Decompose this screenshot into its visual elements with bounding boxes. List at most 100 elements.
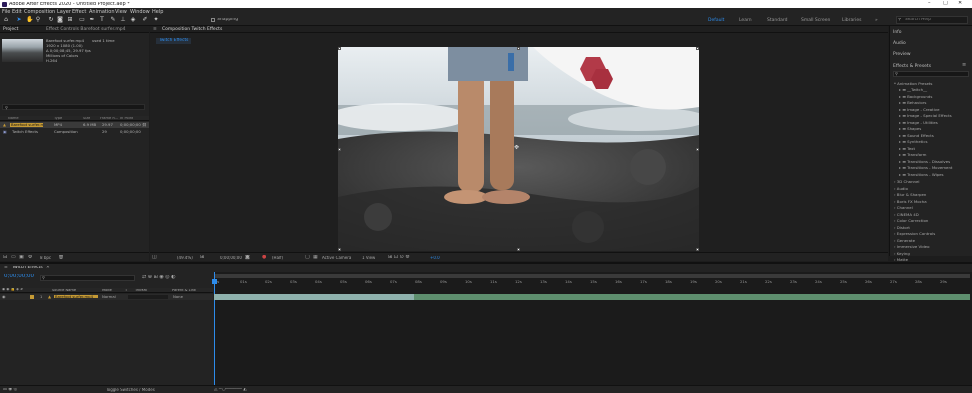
preset-folder-item[interactable]: ▸ ▬ Image - Special Effects [899, 113, 952, 118]
zoom-slider[interactable]: ◬ ─○────── ◭ [214, 388, 247, 393]
effect-category-item[interactable]: › Expression Controls [894, 231, 935, 236]
more-workspaces-icon[interactable]: » [875, 18, 878, 23]
animation-presets-folder[interactable]: * Animation Presets [894, 81, 932, 86]
timeline-switch-icons[interactable]: ⇄ ⊕ ⊞ ◉ ◎ ◐ [142, 275, 176, 280]
effect-category-item[interactable]: › Boris FX Mocha [894, 199, 927, 204]
workspace-libraries[interactable]: Libraries [842, 18, 861, 23]
transparency-grid-icon[interactable]: ▦ [313, 255, 318, 260]
cti-head[interactable] [212, 279, 217, 284]
viewer-menu-icon[interactable]: ≡ [153, 27, 157, 32]
effect-category-item[interactable]: › CINEMA 4D [894, 212, 919, 217]
preset-folder-item[interactable]: ▸ ▬ Shapes [899, 126, 921, 131]
camera-dropdown[interactable]: Active Camera [322, 256, 351, 260]
new-folder-icon[interactable]: ▭ [11, 255, 16, 260]
toggle-switches-modes[interactable]: Toggle Switches / Modes [106, 388, 155, 392]
preset-folder-item[interactable]: ▸ ▬ Backgrounds [899, 94, 932, 99]
preset-folder-item[interactable]: ▸ ▬ Synthetics [899, 139, 928, 144]
transform-handle[interactable] [696, 47, 699, 50]
zoom-dropdown[interactable]: (49.4%) [177, 256, 193, 260]
snapshot-icon[interactable]: ◙ [245, 255, 250, 260]
eraser-tool-icon[interactable]: ◈ [130, 17, 136, 23]
project-row-footage[interactable]: ▲ Barefoot surfer.mp4 MP4 6.9 MB 29.97 0… [0, 122, 149, 128]
column-size[interactable]: Size [83, 117, 90, 121]
preset-folder-item[interactable]: ▸ ▬ Behaviors [899, 100, 926, 105]
panel-menu-icon[interactable]: ≡ [962, 63, 966, 68]
visibility-icon[interactable]: ◉ [2, 295, 6, 299]
workspace-learn[interactable]: Learn [739, 18, 752, 23]
rectangle-tool-icon[interactable]: ▭ [79, 17, 85, 23]
roto-brush-tool-icon[interactable]: ✐ [142, 17, 148, 23]
transform-handle[interactable] [696, 148, 699, 151]
workspace-default[interactable]: Default [708, 18, 724, 23]
exposure-value[interactable]: +0.0 [430, 256, 440, 260]
column-in-point[interactable]: In Point [120, 117, 133, 121]
footer-icons[interactable]: ⊟ ◉ ◎ [3, 388, 17, 393]
preset-folder-item[interactable]: ▸ ▬ Text [899, 146, 915, 151]
transform-handle[interactable] [517, 248, 520, 251]
label-color-swatch[interactable] [30, 295, 34, 299]
preset-folder-item[interactable]: ▸ ▬ Transitions - Dissolves [899, 159, 950, 164]
info-panel-header[interactable]: Info [893, 30, 902, 35]
close-icon[interactable]: ✕ [958, 1, 962, 6]
preset-folder-item[interactable]: ▸ ▬ Transitions - Movement [899, 165, 952, 170]
effect-category-item[interactable]: › Generate [894, 238, 915, 243]
preset-folder-item[interactable]: ▸ ▬ Sound Effects [899, 133, 934, 138]
column-trkmat[interactable]: TrkMat [135, 289, 147, 293]
effect-category-item[interactable]: › Immersive Video [894, 244, 929, 249]
preset-folder-item[interactable]: ▸ ▬ Image - Utilities [899, 120, 938, 125]
hand-tool-icon[interactable]: ✋ [26, 17, 33, 23]
camera-tool-icon[interactable]: ◙ [57, 17, 63, 23]
timeline-search-input[interactable] [40, 275, 135, 281]
column-name[interactable]: Name [8, 117, 19, 121]
brush-tool-icon[interactable]: ✎ [110, 17, 116, 23]
column-parent[interactable]: Parent & Link [172, 289, 196, 293]
blend-mode-dropdown[interactable]: Normal [102, 295, 116, 299]
transform-handle[interactable] [338, 148, 341, 151]
close-tab-icon[interactable]: ✕ [46, 266, 50, 271]
workspace-small-screen[interactable]: Small Screen [801, 18, 830, 23]
selection-tool-icon[interactable]: ➤ [16, 17, 22, 23]
region-of-interest-icon[interactable]: ▢ [305, 255, 310, 260]
color-channel-icon[interactable]: ● [262, 255, 266, 260]
timeline-menu-icon[interactable]: ≡ [4, 266, 8, 271]
zoom-tool-icon[interactable]: ⚲ [35, 17, 41, 23]
minimize-icon[interactable]: – [928, 1, 931, 6]
effects-search-input[interactable] [893, 71, 969, 77]
interpret-footage-icon[interactable]: ⊟ [3, 255, 7, 260]
effects-presets-header[interactable]: Effects & Presets [893, 64, 931, 69]
transform-handle[interactable] [696, 248, 699, 251]
trash-icon[interactable]: 🗑 [58, 255, 64, 260]
effect-category-item[interactable]: › Audio [894, 186, 908, 191]
layer-duration-bar[interactable] [214, 294, 970, 300]
column-source-name[interactable]: Source Name [52, 289, 76, 293]
effect-category-item[interactable]: › Color Correction [894, 218, 928, 223]
timeline-timecode[interactable]: 0;00;00;00 [4, 274, 34, 280]
time-ruler[interactable]: 0s 01s 02s 03s 04s 05s 06s 07s 08s 09s 10s 11s 12s 13… [214, 272, 972, 286]
effect-category-item[interactable]: › Distort [894, 225, 910, 230]
new-composition-icon[interactable]: ▣ [19, 255, 24, 260]
effect-category-item[interactable]: › Keying [894, 251, 910, 256]
preset-folder-item[interactable]: ▸ ▬ Transitions - Wipes [899, 172, 944, 177]
toggle-icons[interactable]: ⊞ ⊡ ⊙ ⚙ [388, 255, 410, 260]
maximize-icon[interactable]: □ [943, 1, 948, 6]
trkmat-dropdown[interactable] [128, 295, 168, 299]
effect-category-item[interactable]: › 3D Channel [894, 179, 919, 184]
rotate-tool-icon[interactable]: ↻ [48, 17, 54, 23]
column-type[interactable]: Type [54, 117, 62, 121]
comp-chip[interactable]: Twitch Effects [156, 38, 192, 45]
tab-composition[interactable]: Composition Twitch Effects [162, 27, 222, 32]
pan-behind-tool-icon[interactable]: ⊞ [67, 17, 73, 23]
workspace-standard[interactable]: Standard [767, 18, 787, 23]
current-time-indicator[interactable] [214, 272, 215, 385]
views-dropdown[interactable]: 1 View [362, 256, 375, 260]
puppet-tool-icon[interactable]: ✦ [153, 17, 159, 23]
always-preview-icon[interactable]: ◫ [152, 255, 157, 260]
anchor-point-icon[interactable]: ✥ [514, 145, 519, 151]
clone-stamp-tool-icon[interactable]: ⊥ [120, 17, 126, 23]
pen-tool-icon[interactable]: ✒ [89, 17, 95, 23]
column-frame-rate[interactable]: Frame R... [100, 117, 118, 121]
project-search-input[interactable]: ⚲ [2, 104, 145, 110]
snapping-checkbox[interactable] [211, 18, 215, 22]
effect-category-item[interactable]: › Channel [894, 205, 913, 210]
timecode-display[interactable]: 0;00;00;00 [220, 256, 242, 260]
